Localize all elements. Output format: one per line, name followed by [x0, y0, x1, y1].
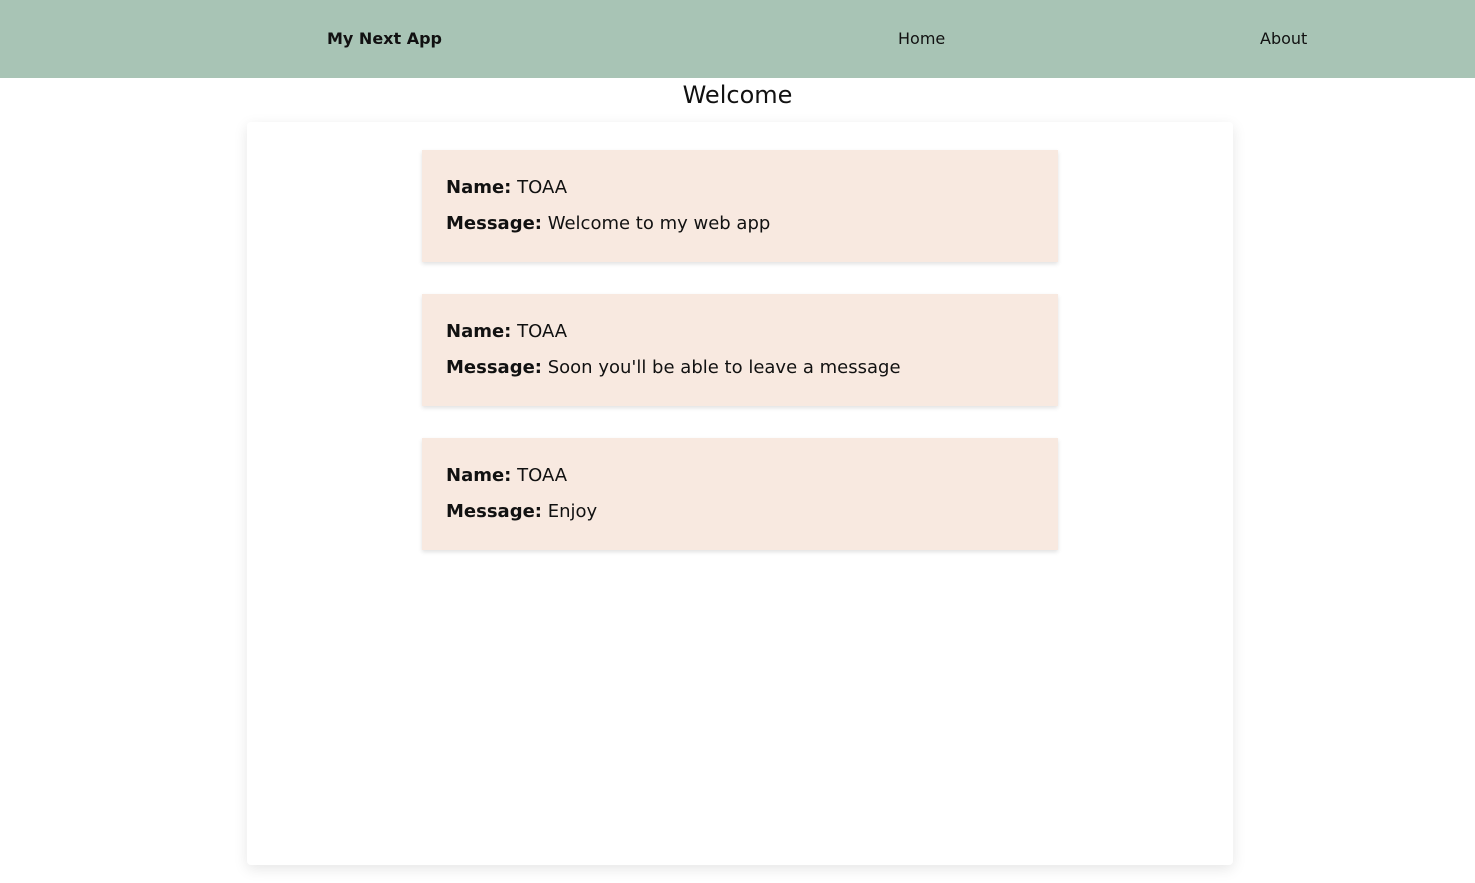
- message-text: Welcome to my web app: [547, 213, 771, 234]
- message-name-row: Name: TOAA: [446, 176, 1058, 212]
- page-title: Welcome: [682, 81, 793, 109]
- navbar: My Next App Home About: [0, 0, 1475, 78]
- message-text-row: Message: Welcome to my web app: [446, 212, 1058, 248]
- nav-link-about[interactable]: About: [1260, 28, 1307, 50]
- message-name-row: Name: TOAA: [446, 464, 1058, 500]
- message-card: Name: TOAA Message: Enjoy: [422, 438, 1058, 550]
- message-name: TOAA: [517, 177, 568, 198]
- message-name-row: Name: TOAA: [446, 320, 1058, 356]
- name-label: Name:: [446, 465, 512, 486]
- brand-link[interactable]: My Next App: [327, 28, 442, 50]
- nav-link-home[interactable]: Home: [898, 28, 945, 50]
- message-text-row: Message: Enjoy: [446, 500, 1058, 536]
- message-text: Enjoy: [547, 501, 598, 522]
- message-card: Name: TOAA Message: Welcome to my web ap…: [422, 150, 1058, 262]
- message-label: Message:: [446, 357, 542, 378]
- message-name: TOAA: [517, 465, 568, 486]
- message-name: TOAA: [517, 321, 568, 342]
- message-text-row: Message: Soon you'll be able to leave a …: [446, 356, 1058, 392]
- name-label: Name:: [446, 321, 512, 342]
- message-text: Soon you'll be able to leave a message: [547, 357, 901, 378]
- message-list-panel: Name: TOAA Message: Welcome to my web ap…: [247, 122, 1233, 865]
- name-label: Name:: [446, 177, 512, 198]
- message-label: Message:: [446, 501, 542, 522]
- message-label: Message:: [446, 213, 542, 234]
- message-card: Name: TOAA Message: Soon you'll be able …: [422, 294, 1058, 406]
